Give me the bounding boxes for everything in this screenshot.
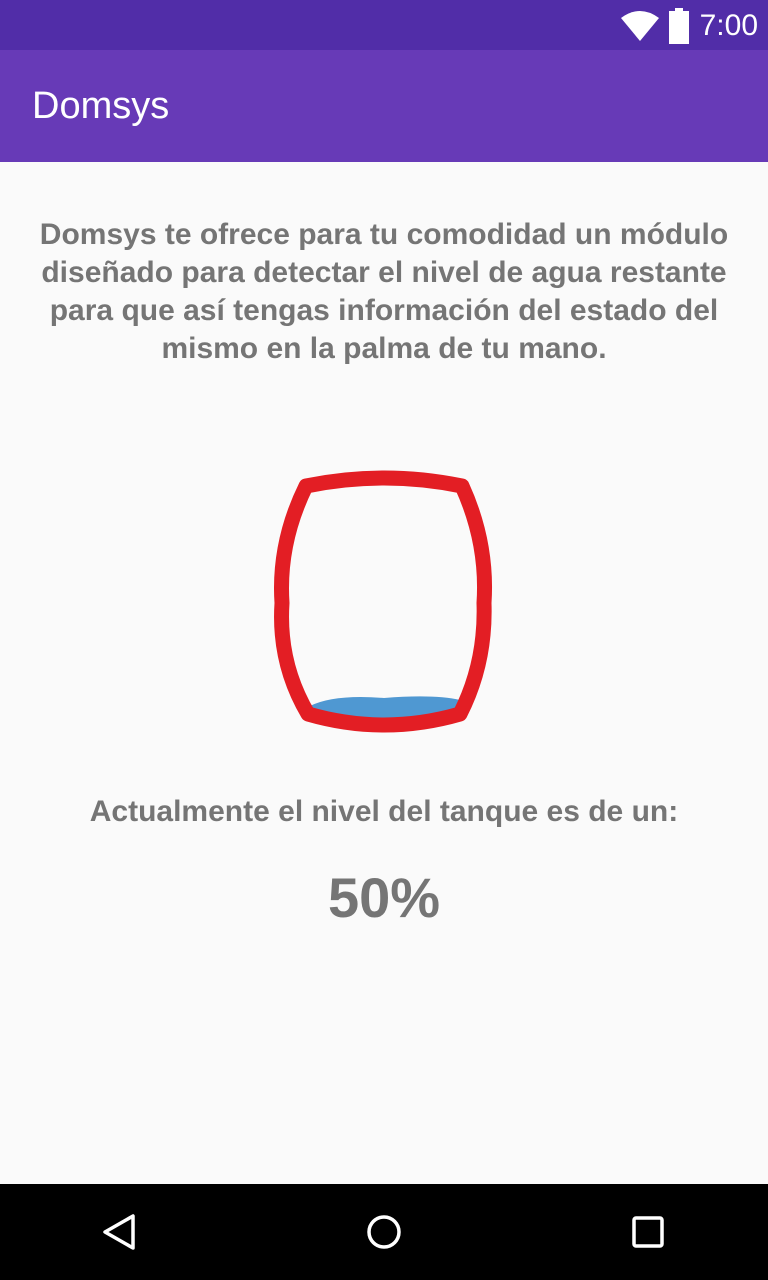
water-tank-illustration [274,468,494,738]
navigation-bar [0,1184,768,1280]
tank-level-label: Actualmente el nivel del tanque es de un… [89,795,679,828]
status-icons: 7:00 [620,6,758,46]
wifi-icon [620,10,660,42]
back-icon [96,1208,144,1256]
description-text: Domsys te ofrece para tu comodidad un mó… [39,218,729,365]
status-bar: 7:00 [0,0,768,50]
app-title: Domsys [32,85,170,127]
back-button[interactable] [96,1208,144,1256]
tank-level-value: 50% [327,866,441,929]
app-bar: Domsys [0,50,768,162]
home-button[interactable] [360,1208,408,1256]
battery-icon [668,8,690,44]
home-icon [360,1208,408,1256]
main-content: Domsys te ofrece para tu comodidad un mó… [0,162,768,1184]
recents-icon [624,1208,672,1256]
tank-outline [274,470,492,733]
recents-button[interactable] [624,1208,672,1256]
clock: 7:00 [699,9,758,42]
